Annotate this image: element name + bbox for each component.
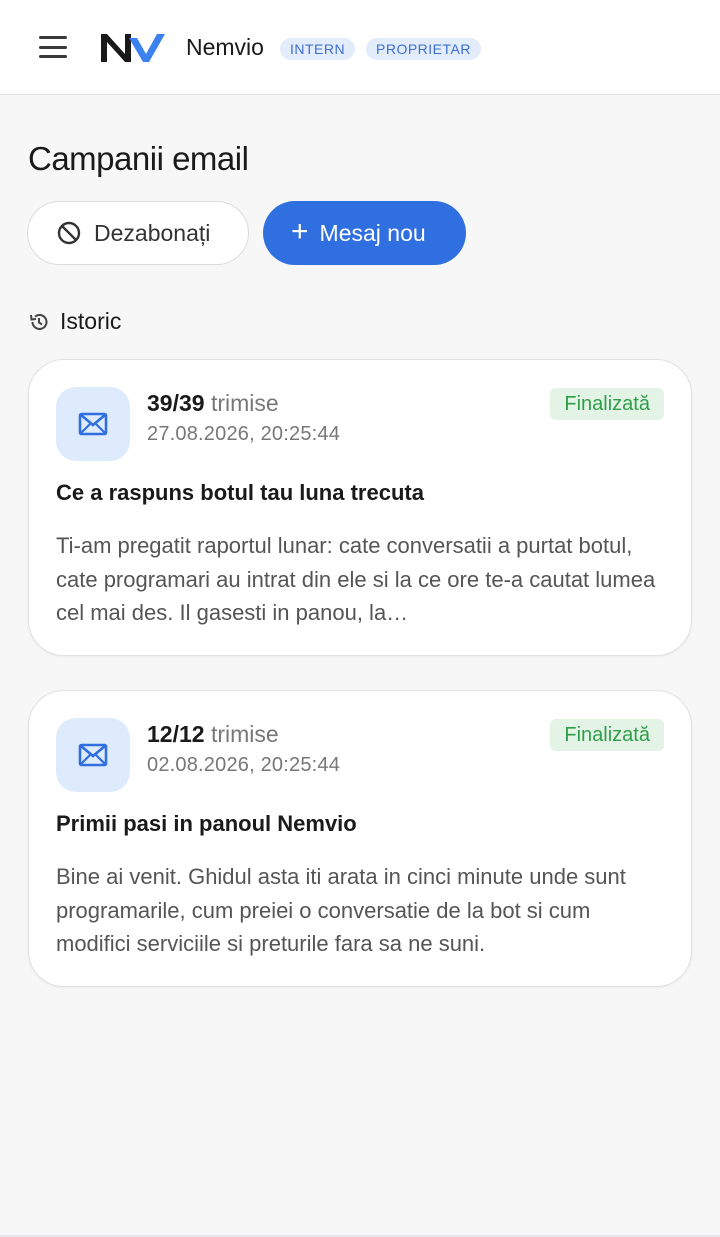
sent-count: 39/39 trimise: [147, 390, 279, 416]
badge-intern: INTERN: [280, 38, 356, 60]
hamburger-menu-icon[interactable]: [38, 33, 68, 61]
campaign-card[interactable]: 12/12 trimise 02.08.2026, 20:25:44 Final…: [28, 690, 692, 987]
campaign-card[interactable]: 39/39 trimise 27.08.2026, 20:25:44 Final…: [28, 359, 692, 656]
app-name: Nemvio: [186, 34, 264, 60]
campaign-preview: Ti-am pregatit raportul lunar: cate conv…: [56, 533, 656, 625]
history-label: Istoric: [60, 308, 122, 334]
page-title: Campanii email: [28, 140, 249, 177]
unsubscribed-label: Dezabonați: [94, 219, 211, 246]
new-message-button[interactable]: + Mesaj nou: [263, 201, 466, 265]
campaign-subject: Primii pasi in panoul Nemvio: [56, 811, 357, 836]
new-message-label: Mesaj nou: [319, 219, 426, 246]
plus-icon: +: [291, 214, 309, 248]
envelope-icon: [56, 387, 130, 461]
campaign-date: 27.08.2026, 20:25:44: [147, 423, 341, 445]
nemvio-logo[interactable]: [99, 30, 167, 64]
campaign-preview: Bine ai venit. Ghidul asta iti arata in …: [56, 864, 626, 956]
top-bar: Nemvio INTERN PROPRIETAR: [0, 0, 720, 95]
history-icon: [30, 313, 48, 330]
sent-count: 12/12 trimise: [147, 721, 279, 747]
badge-proprietar: PROPRIETAR: [366, 38, 481, 60]
status-badge: Finalizată: [550, 388, 664, 420]
campaign-date: 02.08.2026, 20:25:44: [147, 754, 341, 776]
history-heading: Istoric: [28, 308, 121, 335]
unsubscribed-button[interactable]: Dezabonați: [27, 201, 249, 265]
campaign-subject: Ce a raspuns botul tau luna trecuta: [56, 480, 424, 505]
status-badge: Finalizată: [550, 719, 664, 751]
block-icon: [57, 221, 81, 245]
envelope-icon: [56, 718, 130, 792]
